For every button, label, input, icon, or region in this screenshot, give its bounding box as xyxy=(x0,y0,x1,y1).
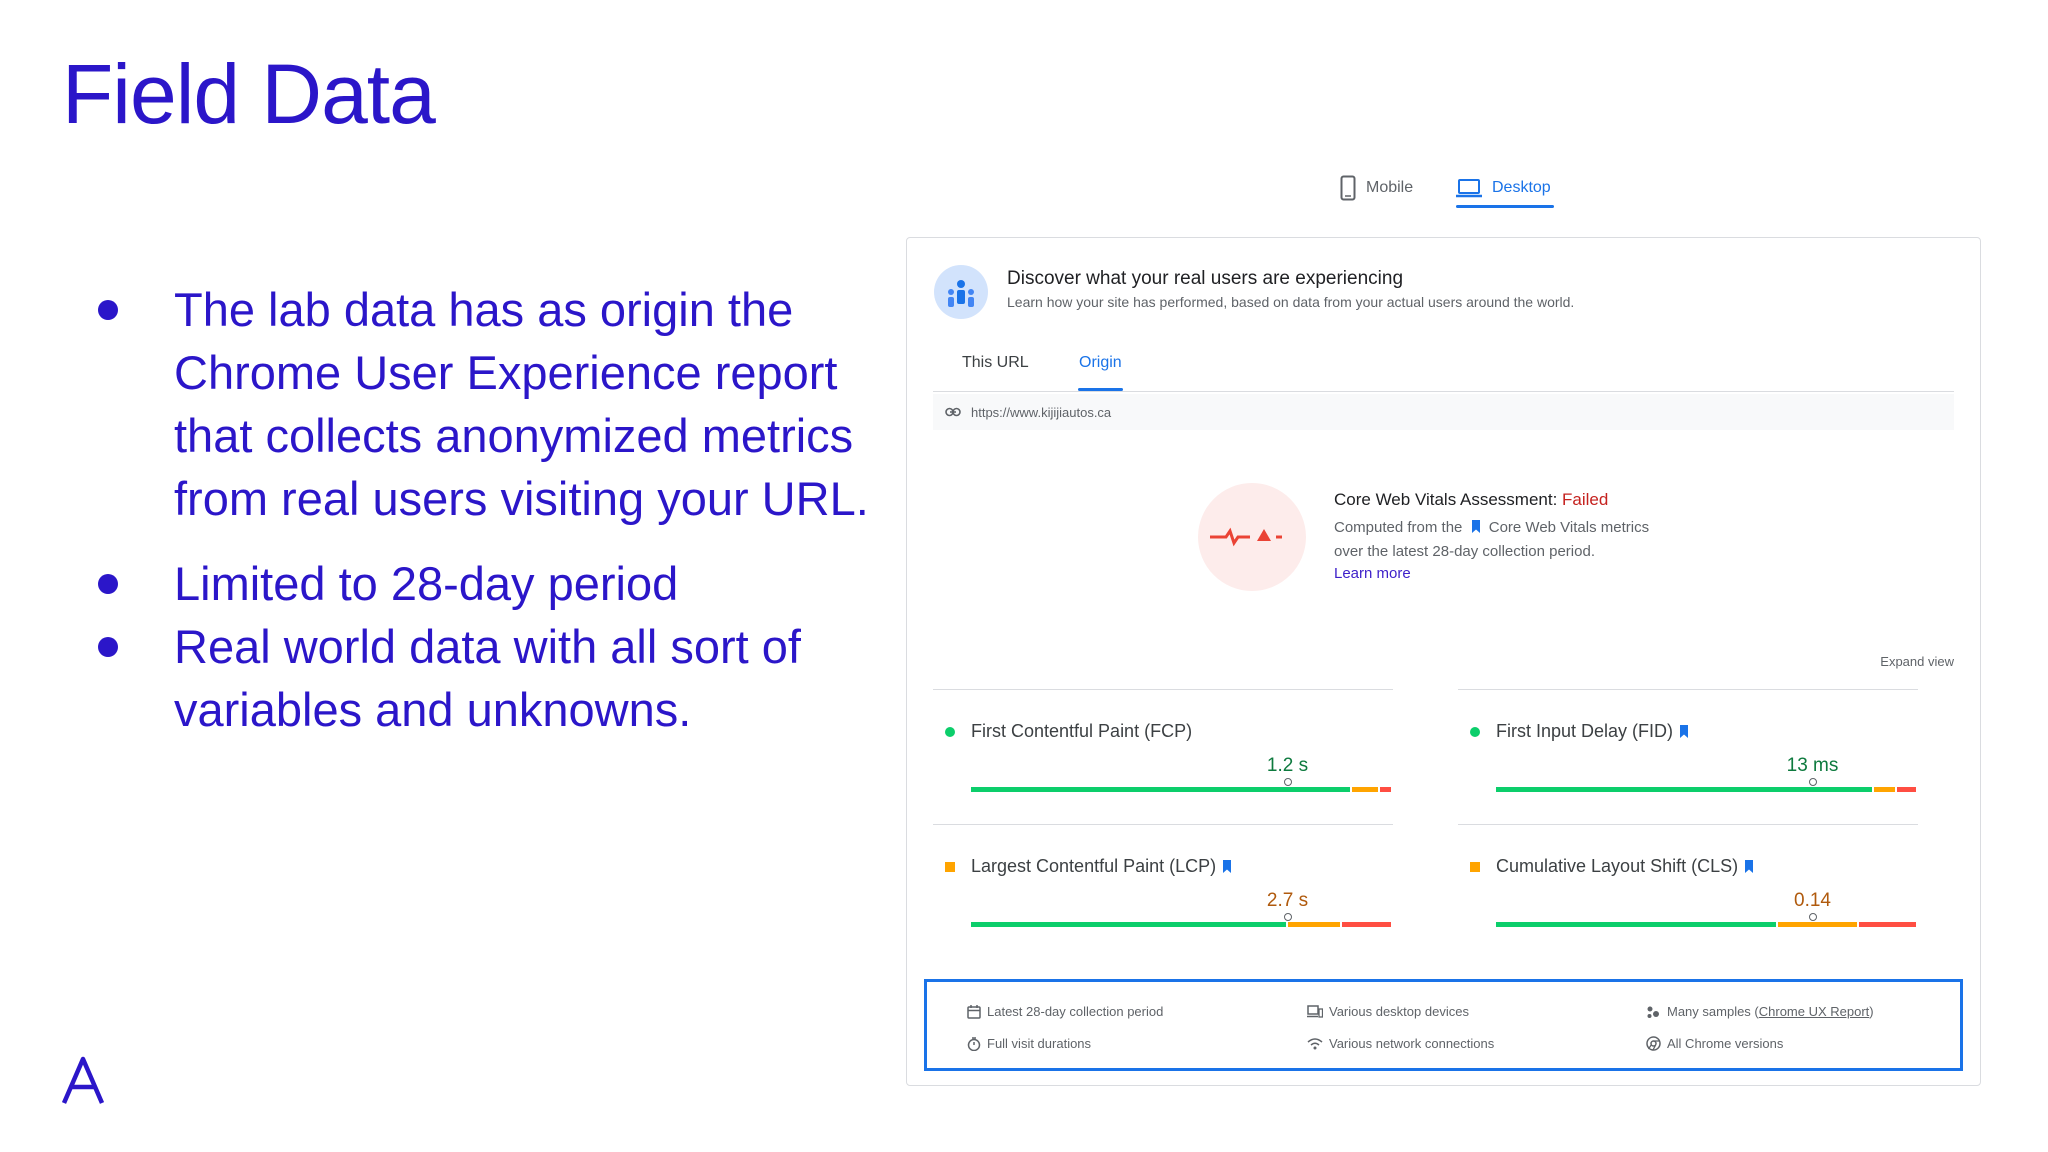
bar-segment-poor xyxy=(1342,922,1391,927)
metric-fcp: First Contentful Paint (FCP) 1.2 s xyxy=(933,689,1393,824)
metric-value: 2.7 s xyxy=(1266,890,1309,911)
footer-samples: Many samples (Chrome UX Report) xyxy=(1646,1004,1874,1019)
collection-info-box: Latest 28-day collection period Full vis… xyxy=(924,979,1963,1071)
metric-rating-marker xyxy=(1470,727,1480,737)
bullet-item: Real world data with all sort of variabl… xyxy=(96,615,876,741)
bar-segment-needs-improvement xyxy=(1351,787,1379,792)
metric-distribution-bar xyxy=(971,922,1393,927)
bar-segment-poor xyxy=(1380,787,1391,792)
link-icon xyxy=(945,407,961,417)
metric-value: 13 ms xyxy=(1786,755,1839,776)
brand-logo-icon xyxy=(61,1056,105,1104)
footer-collection-period: Latest 28-day collection period xyxy=(967,1004,1163,1019)
core-vitals-bookmark-icon xyxy=(1471,520,1480,533)
metric-name: First Input Delay (FID) xyxy=(1496,721,1689,742)
origin-url: https://www.kijijiautos.ca xyxy=(971,404,1112,420)
assessment-line-1: Computed from the Core Web Vitals metric… xyxy=(1334,519,1650,536)
scope-tab-divider xyxy=(933,391,1954,392)
metric-distribution-bar xyxy=(1496,922,1918,927)
bar-segment-needs-improvement xyxy=(1873,787,1895,792)
metric-rating-marker xyxy=(945,862,955,872)
bullet-item: The lab data has as origin the Chrome Us… xyxy=(96,278,876,530)
footer-visit-durations: Full visit durations xyxy=(967,1036,1091,1051)
failed-assessment-icon xyxy=(1198,483,1306,591)
calendar-icon xyxy=(967,1004,981,1019)
metric-distribution-bar xyxy=(1496,787,1918,792)
expand-view-link[interactable]: Expand view xyxy=(1880,654,1954,669)
footer-chrome-versions: All Chrome versions xyxy=(1646,1036,1783,1051)
field-data-panel: Discover what your real users are experi… xyxy=(906,237,1981,1086)
core-vitals-bookmark-icon xyxy=(1745,860,1754,873)
metric-divider xyxy=(1458,824,1918,825)
metric-percentile-pin xyxy=(1283,778,1292,786)
metric-percentile-pin xyxy=(1283,913,1292,921)
bullet-dot xyxy=(98,300,118,320)
tab-desktop[interactable]: Desktop xyxy=(1456,168,1551,208)
footer-network: Various network connections xyxy=(1307,1036,1494,1051)
bullet-list: The lab data has as origin the Chrome Us… xyxy=(96,278,876,741)
metric-cls: Cumulative Layout Shift (CLS) 0.14 xyxy=(1458,824,1918,959)
tab-origin[interactable]: Origin xyxy=(1079,354,1122,372)
tab-desktop-label: Desktop xyxy=(1492,179,1551,196)
bar-segment-needs-improvement xyxy=(1287,922,1341,927)
metric-fid: First Input Delay (FID) 13 ms xyxy=(1458,689,1918,824)
timer-icon xyxy=(967,1036,981,1051)
users-icon xyxy=(934,265,988,319)
bar-segment-good xyxy=(971,922,1286,927)
chrome-icon xyxy=(1646,1036,1661,1051)
metric-name: First Contentful Paint (FCP) xyxy=(971,721,1193,741)
bar-segment-good xyxy=(971,787,1350,792)
metric-value: 0.14 xyxy=(1794,890,1831,911)
bar-segment-needs-improvement xyxy=(1777,922,1857,927)
bullet-text: The lab data has as origin the Chrome Us… xyxy=(174,283,869,525)
mobile-phone-icon xyxy=(1340,175,1356,201)
bar-segment-poor xyxy=(1858,922,1916,927)
tab-mobile-label: Mobile xyxy=(1366,179,1414,196)
metric-divider xyxy=(933,824,1393,825)
assessment-status: Failed xyxy=(1562,490,1609,509)
assessment-title: Core Web Vitals Assessment: Failed xyxy=(1334,490,1609,509)
wifi-icon xyxy=(1307,1038,1323,1050)
device-tab-indicator xyxy=(1456,205,1554,208)
footer-devices: Various desktop devices xyxy=(1307,1004,1469,1019)
metric-percentile-pin xyxy=(1808,913,1817,921)
metric-lcp: Largest Contentful Paint (LCP) 2.7 s xyxy=(933,824,1393,959)
devices-icon xyxy=(1307,1004,1323,1018)
bullet-dot xyxy=(98,637,118,657)
core-vitals-bookmark-icon xyxy=(1223,860,1232,873)
bullet-item: Limited to 28-day period xyxy=(96,552,876,615)
tab-mobile[interactable]: Mobile xyxy=(1340,168,1413,208)
metric-divider xyxy=(933,689,1393,690)
bar-segment-good xyxy=(1496,922,1776,927)
samples-icon xyxy=(1647,1006,1659,1018)
bar-segment-good xyxy=(1496,787,1872,792)
panel-description: Learn how your site has performed, based… xyxy=(1007,294,1575,310)
bullet-dot xyxy=(98,574,118,594)
metric-rating-marker xyxy=(1470,862,1480,872)
metric-percentile-pin xyxy=(1808,778,1817,786)
core-vitals-bookmark-icon xyxy=(1680,725,1689,738)
panel-heading: Discover what your real users are experi… xyxy=(1007,268,1404,289)
metric-rating-marker xyxy=(945,727,955,737)
metric-value: 1.2 s xyxy=(1266,755,1309,776)
bullet-text: Real world data with all sort of variabl… xyxy=(174,620,801,736)
bar-segment-poor xyxy=(1896,787,1916,792)
laptop-icon xyxy=(1456,179,1482,198)
bullet-text: Limited to 28-day period xyxy=(174,557,679,610)
metric-name: Largest Contentful Paint (LCP) xyxy=(971,856,1232,877)
learn-more-link[interactable]: Learn more xyxy=(1334,565,1411,582)
chrome-ux-report-link[interactable]: Chrome UX Report xyxy=(1759,1004,1870,1019)
metric-name: Cumulative Layout Shift (CLS) xyxy=(1496,856,1754,877)
tab-this-url[interactable]: This URL xyxy=(962,354,1029,372)
metric-distribution-bar xyxy=(971,787,1393,792)
url-bar: https://www.kijijiautos.ca xyxy=(933,394,1954,430)
assessment-line-2: over the latest 28-day collection period… xyxy=(1334,543,1595,560)
metric-divider xyxy=(1458,689,1918,690)
slide-title: Field Data xyxy=(62,47,436,141)
